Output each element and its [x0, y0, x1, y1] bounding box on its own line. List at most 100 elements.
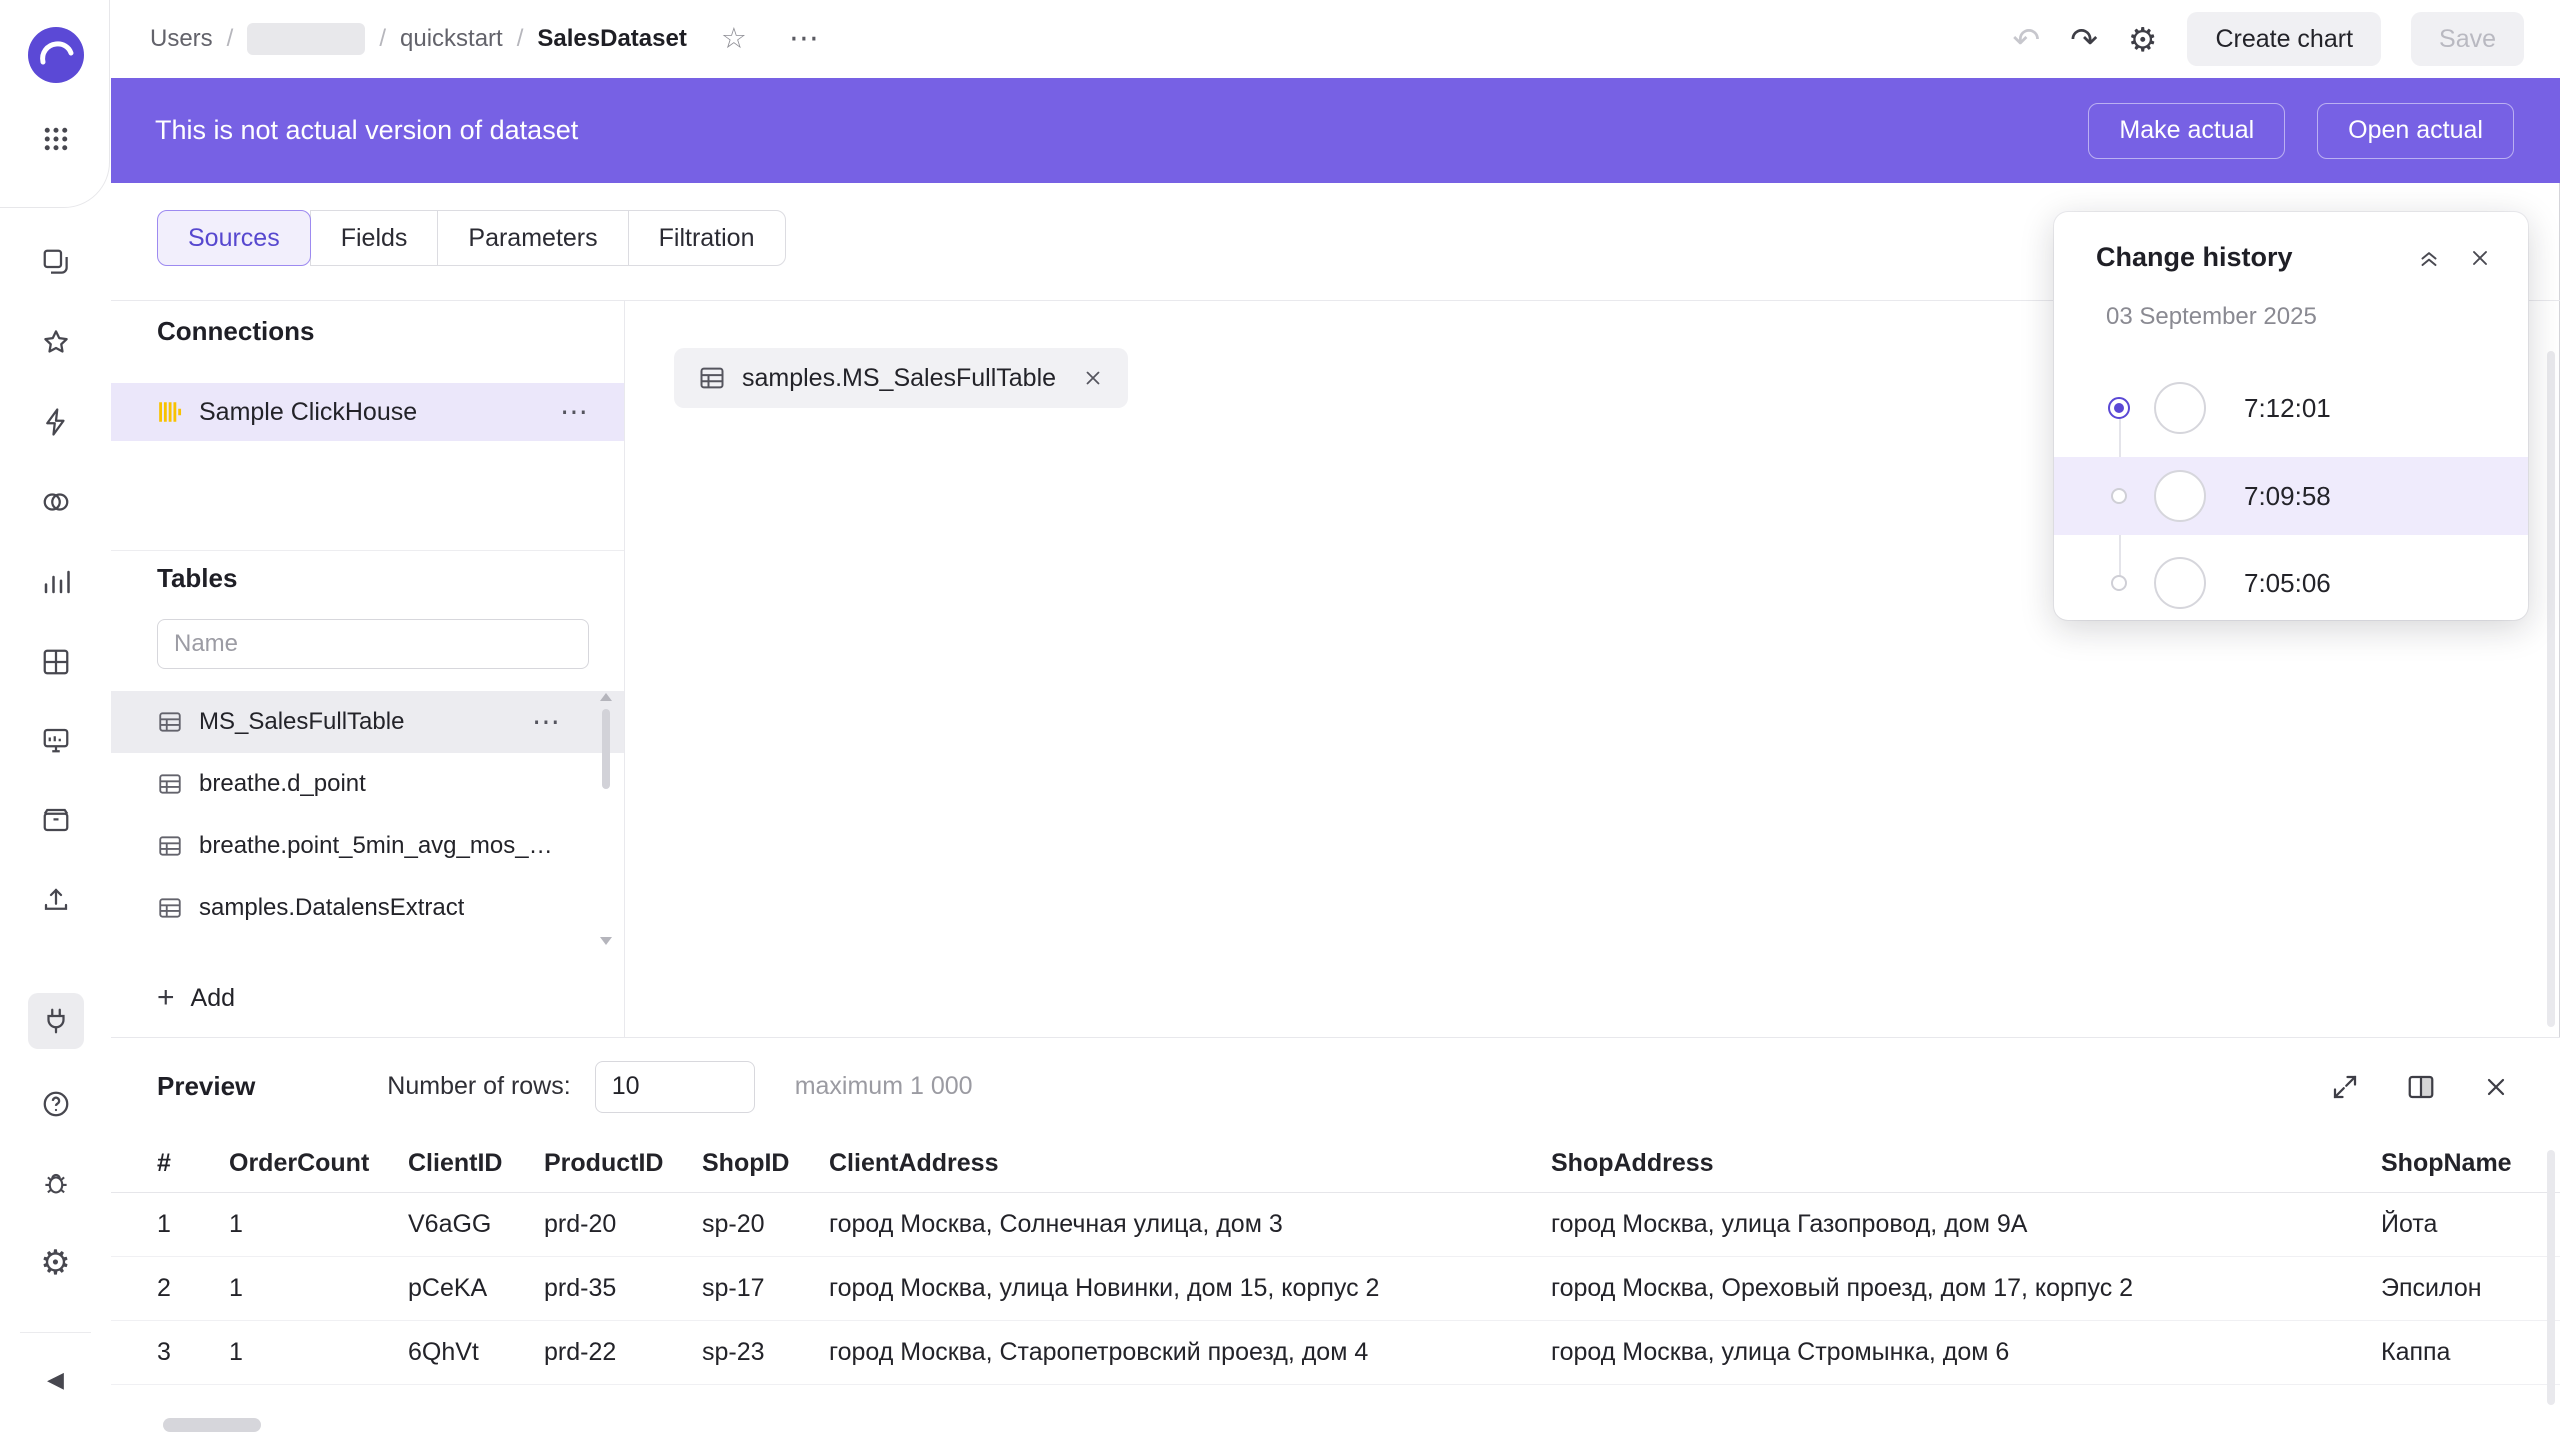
- cell: sp-23: [702, 1338, 829, 1367]
- cell: 1: [229, 1338, 408, 1367]
- history-entry[interactable]: 7:12:01: [2054, 369, 2528, 447]
- column-header: ClientAddress: [829, 1149, 1551, 1178]
- charts-bar-icon[interactable]: [28, 554, 84, 610]
- make-actual-button[interactable]: Make actual: [2088, 103, 2285, 159]
- top-header: Users / / quickstart / SalesDataset ☆ ⋯ …: [111, 0, 2560, 78]
- breadcrumb-users[interactable]: Users: [150, 25, 213, 53]
- preview-vertical-scrollbar[interactable]: [2547, 1150, 2555, 1405]
- expand-icon[interactable]: [2330, 1072, 2360, 1102]
- tab-parameters[interactable]: Parameters: [437, 210, 628, 266]
- source-chip-label: samples.MS_SalesFullTable: [742, 364, 1056, 393]
- rows-count-input[interactable]: [595, 1061, 755, 1113]
- scroll-down-icon[interactable]: [600, 937, 612, 945]
- create-chart-button[interactable]: Create chart: [2187, 12, 2381, 66]
- cell: 6QhVt: [408, 1338, 544, 1367]
- export-upload-icon[interactable]: [28, 872, 84, 928]
- radio-unselected-icon[interactable]: [2111, 575, 2127, 591]
- tab-sources[interactable]: Sources: [157, 210, 311, 266]
- cell: prd-22: [544, 1338, 702, 1367]
- clickhouse-icon: [157, 399, 183, 425]
- source-panel: Connections Sample ClickHouse ⋯ Tables M…: [111, 301, 625, 1037]
- header-actions: ↶ ↷ ⚙ Create chart Save: [2013, 12, 2524, 66]
- table-icon: [157, 709, 183, 735]
- chip-close-icon[interactable]: [1082, 367, 1104, 389]
- table-name: samples.DatalensExtract: [199, 894, 464, 922]
- cell: город Москва, улица Новинки, дом 15, кор…: [829, 1274, 1551, 1303]
- column-header: ShopID: [702, 1149, 829, 1178]
- rows-count-label: Number of rows:: [387, 1072, 570, 1101]
- close-history-icon[interactable]: [2468, 246, 2492, 270]
- column-header: ClientID: [408, 1149, 544, 1178]
- presentations-monitor-icon[interactable]: [28, 712, 84, 768]
- table-list-item[interactable]: breathe.d_point: [111, 753, 624, 815]
- favorites-star-icon[interactable]: [28, 314, 84, 370]
- cell: 1: [229, 1274, 408, 1303]
- dataset-settings-gear-icon[interactable]: ⚙: [2128, 23, 2158, 56]
- cell: город Москва, улица Газопровод, дом 9А: [1551, 1210, 2381, 1239]
- split-pane-icon[interactable]: [2406, 1072, 2436, 1102]
- horizontal-scrollbar[interactable]: [163, 1418, 261, 1432]
- tab-filtration[interactable]: Filtration: [628, 210, 786, 266]
- cell: 1: [229, 1210, 408, 1239]
- redo-icon[interactable]: ↷: [2070, 23, 2098, 56]
- history-time: 7:05:06: [2244, 568, 2331, 599]
- connection-name: Sample ClickHouse: [199, 398, 417, 427]
- history-entry[interactable]: 7:09:58: [2054, 457, 2528, 535]
- canvas-vertical-scrollbar[interactable]: [2547, 351, 2555, 1027]
- save-button[interactable]: Save: [2411, 12, 2524, 66]
- datalens-logo-icon[interactable]: [27, 26, 85, 89]
- preview-icons: [2330, 1072, 2510, 1102]
- preview-title: Preview: [157, 1071, 255, 1102]
- collapse-rail-icon[interactable]: ◀: [28, 1352, 84, 1408]
- datasets-circles-icon[interactable]: [28, 474, 84, 530]
- breadcrumb-separator: /: [517, 25, 524, 53]
- preview-table-header: # OrderCount ClientID ProductID ShopID C…: [111, 1135, 2560, 1193]
- preview-toolbar: Preview Number of rows: maximum 1 000: [111, 1038, 2560, 1135]
- tab-fields[interactable]: Fields: [310, 210, 439, 266]
- cell: город Москва, Солнечная улица, дом 3: [829, 1210, 1551, 1239]
- breadcrumb-quickstart[interactable]: quickstart: [400, 25, 503, 53]
- favorite-star-icon[interactable]: ☆: [721, 25, 747, 54]
- connection-item-sample-clickhouse[interactable]: Sample ClickHouse ⋯: [111, 383, 624, 441]
- scroll-up-icon[interactable]: [600, 693, 612, 701]
- history-entry[interactable]: 7:05:06: [2054, 544, 2528, 622]
- scroll-thumb[interactable]: [602, 709, 610, 789]
- breadcrumb-hidden-segment[interactable]: [247, 23, 365, 55]
- add-table-button[interactable]: + Add: [157, 983, 235, 1013]
- more-actions-icon[interactable]: ⋯: [789, 24, 819, 54]
- version-banner: This is not actual version of dataset Ma…: [111, 78, 2560, 183]
- collapse-chevrons-icon[interactable]: [2416, 245, 2442, 271]
- avatar-circle: [2154, 382, 2206, 434]
- table-list-item[interactable]: MS_SalesFullTable ⋯: [111, 691, 624, 753]
- table-search-input[interactable]: [157, 619, 589, 669]
- table-more-icon[interactable]: ⋯: [532, 708, 560, 736]
- radio-unselected-icon[interactable]: [2111, 488, 2127, 504]
- undo-icon[interactable]: ↶: [2013, 23, 2041, 56]
- table-name: breathe.point_5min_avg_mos_s...: [199, 832, 560, 860]
- cell: V6aGG: [408, 1210, 544, 1239]
- connections-title: Connections: [157, 316, 314, 347]
- cell: Йота: [2381, 1210, 2540, 1239]
- radio-selected-icon[interactable]: [2108, 397, 2130, 419]
- app-root: ⚙ ◀ Users / / quickstart / SalesDataset …: [0, 0, 2560, 1440]
- cell: город Москва, Ореховый проезд, дом 17, к…: [1551, 1274, 2381, 1303]
- connections-plug-icon[interactable]: [28, 993, 84, 1049]
- apps-grid-icon[interactable]: [28, 111, 84, 167]
- table-list-scrollbar[interactable]: [598, 693, 614, 945]
- tables-title: Tables: [157, 563, 237, 594]
- editor-zap-icon[interactable]: [28, 394, 84, 450]
- source-chip[interactable]: samples.MS_SalesFullTable: [674, 348, 1128, 408]
- table-list-item[interactable]: samples.DatalensExtract: [111, 877, 624, 939]
- table-list-item[interactable]: breathe.point_5min_avg_mos_s...: [111, 815, 624, 877]
- avatar-circle: [2154, 557, 2206, 609]
- open-actual-button[interactable]: Open actual: [2317, 103, 2514, 159]
- table-name: MS_SalesFullTable: [199, 708, 404, 736]
- help-question-icon[interactable]: [28, 1076, 84, 1132]
- debug-bug-icon[interactable]: [28, 1155, 84, 1211]
- storage-box-icon[interactable]: [28, 792, 84, 848]
- dashboards-grid-icon[interactable]: [28, 634, 84, 690]
- close-preview-icon[interactable]: [2482, 1073, 2510, 1101]
- connection-more-icon[interactable]: ⋯: [560, 398, 588, 426]
- settings-gear-icon[interactable]: ⚙: [28, 1235, 84, 1291]
- collections-icon[interactable]: [28, 234, 84, 290]
